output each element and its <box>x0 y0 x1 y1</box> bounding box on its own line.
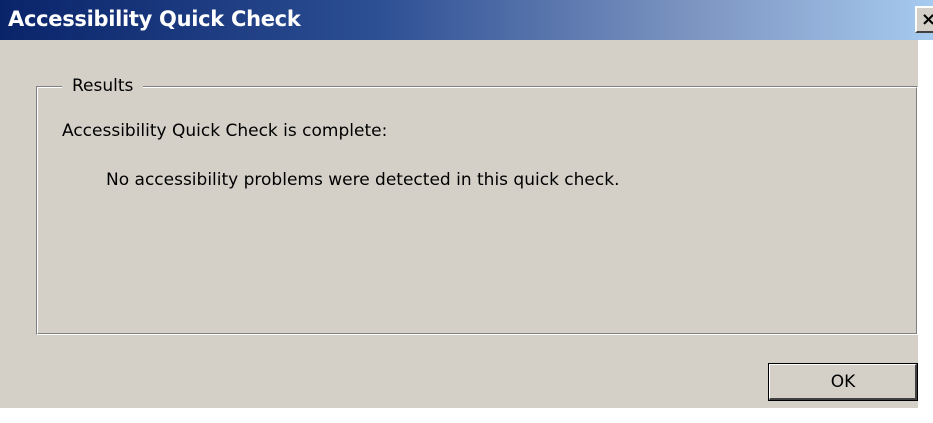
ok-button[interactable]: OK <box>768 363 918 401</box>
screen: Accessibility Quick Check × Results Acce… <box>0 0 933 423</box>
result-message-text: No accessibility problems were detected … <box>106 170 620 190</box>
bottom-screen-edge <box>0 408 933 423</box>
close-icon: × <box>921 9 933 30</box>
accessibility-quick-check-dialog: Accessibility Quick Check × Results Acce… <box>0 0 933 423</box>
ok-button-label: OK <box>830 372 856 392</box>
close-button[interactable]: × <box>915 6 933 33</box>
right-screen-edge <box>918 40 933 423</box>
title-bar[interactable]: Accessibility Quick Check × <box>0 0 933 40</box>
completion-status-text: Accessibility Quick Check is complete: <box>62 121 388 141</box>
window-title: Accessibility Quick Check <box>8 7 301 31</box>
results-legend: Results <box>62 75 144 97</box>
